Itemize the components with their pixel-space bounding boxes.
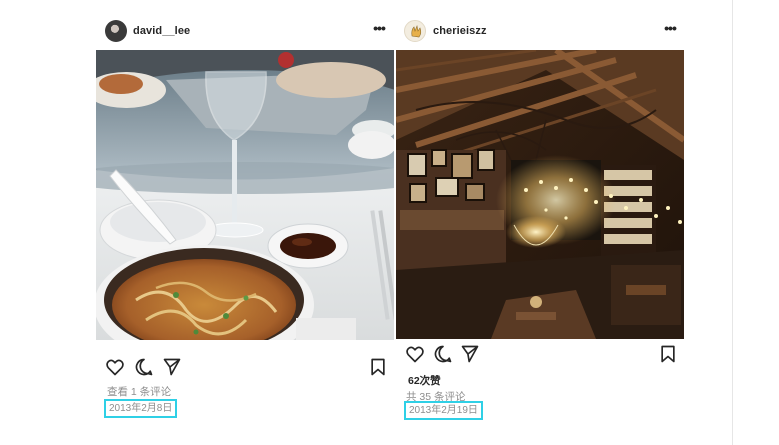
post-card: david__lee ••• 查看 1 条评论 2013年2月8日 (96, 0, 394, 445)
comment-icon[interactable] (433, 344, 453, 364)
action-bar (96, 357, 394, 381)
post-date: 2013年2月19日 (404, 401, 483, 420)
avatar[interactable] (105, 20, 127, 42)
share-icon[interactable] (162, 357, 182, 377)
username[interactable]: david__lee (133, 25, 190, 37)
heart-icon[interactable] (405, 344, 425, 364)
more-icon[interactable]: ••• (662, 21, 678, 38)
post-photo[interactable] (396, 50, 684, 339)
bookmark-icon[interactable] (368, 357, 388, 377)
like-count[interactable]: 62次赞 (408, 373, 441, 388)
post-photo[interactable] (96, 50, 394, 340)
username[interactable]: cherieiszz (433, 25, 487, 37)
post-date: 2013年2月8日 (104, 399, 178, 418)
share-icon[interactable] (460, 344, 480, 364)
page-divider (732, 0, 733, 445)
post-card: cherieiszz ••• 62次赞 共 35 条评论 2013年2月19日 (396, 0, 686, 445)
more-icon[interactable]: ••• (371, 21, 387, 38)
comment-icon[interactable] (134, 357, 154, 377)
bookmark-icon[interactable] (658, 344, 678, 364)
post-header: david__lee ••• (96, 16, 394, 46)
view-comments-link[interactable]: 查看 1 条评论 (107, 384, 171, 399)
post-header: cherieiszz ••• (396, 16, 686, 46)
heart-icon[interactable] (105, 357, 125, 377)
avatar[interactable] (404, 20, 426, 42)
action-bar (396, 344, 686, 368)
